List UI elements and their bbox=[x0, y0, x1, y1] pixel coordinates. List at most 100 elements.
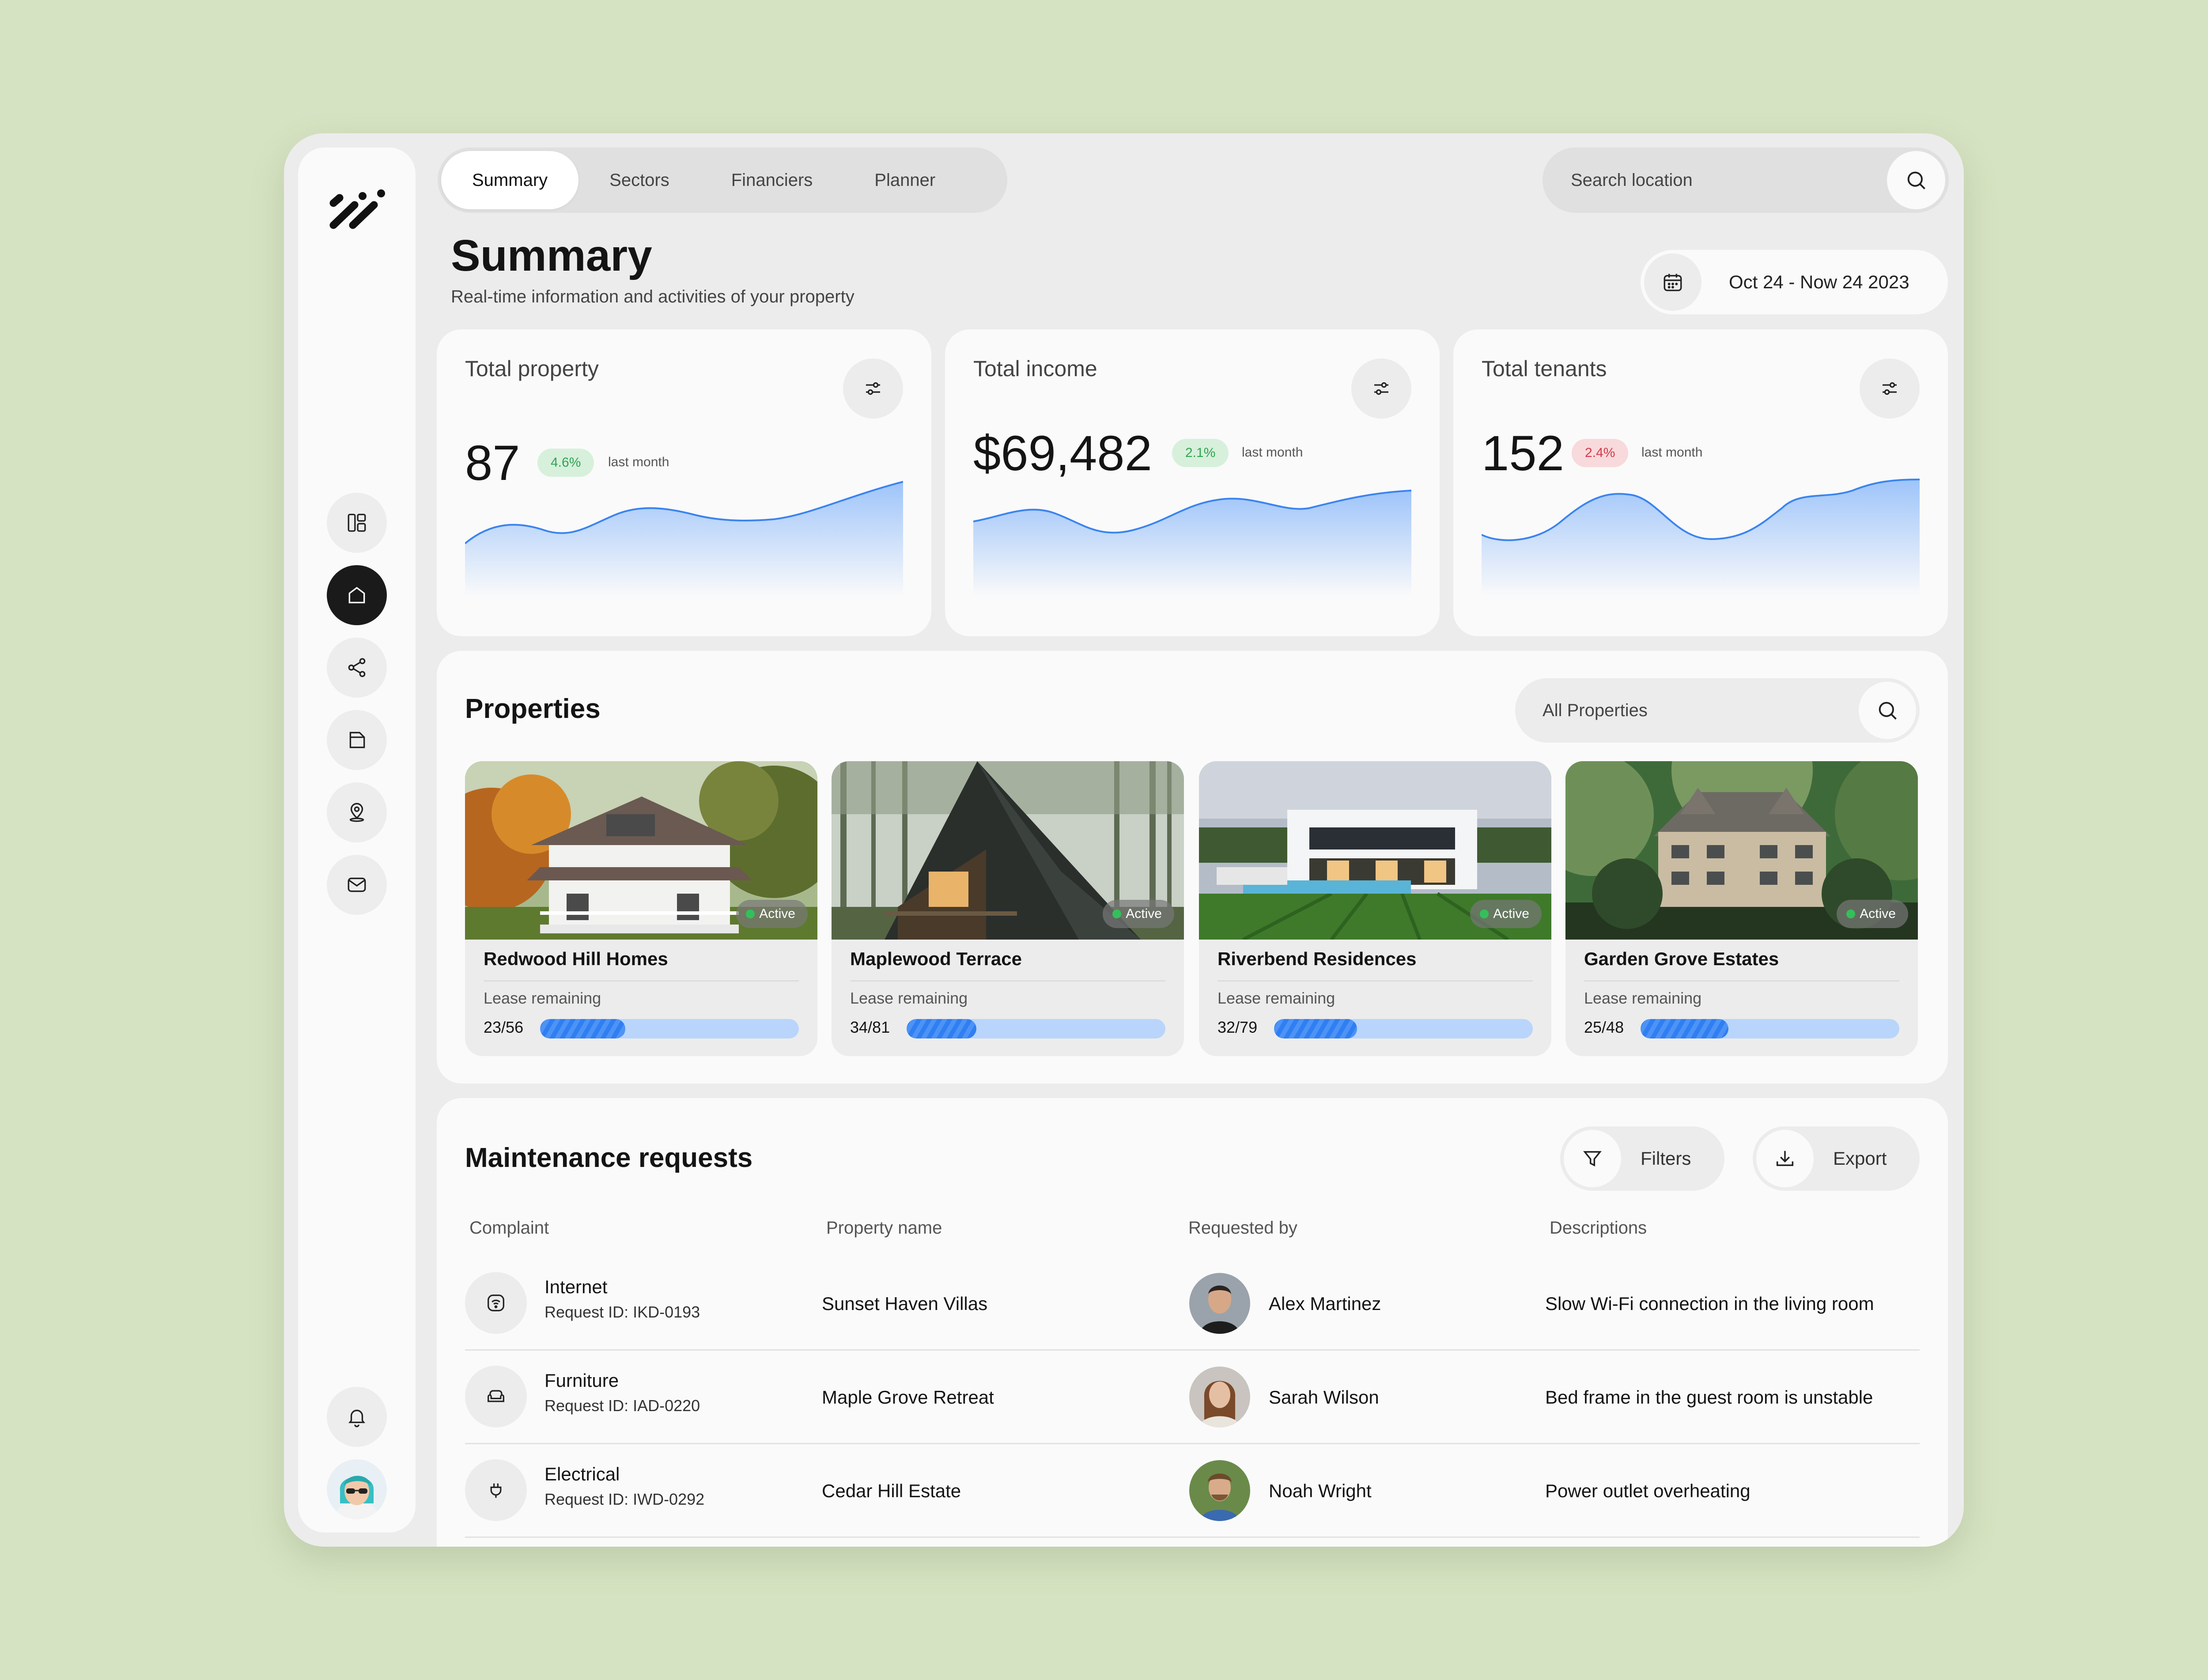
properties-title: Properties bbox=[465, 694, 601, 724]
page-subtitle: Real-time information and activities of … bbox=[451, 287, 854, 306]
change-badge: 2.4% bbox=[1572, 439, 1629, 467]
nav-home[interactable] bbox=[327, 565, 387, 625]
stat-card-total-property: Total property 87 4.6% last month bbox=[437, 329, 931, 636]
table-row[interactable]: Internet Request ID: IKD-0193 Sunset Hav… bbox=[465, 1257, 1920, 1351]
export-button[interactable]: Export bbox=[1753, 1126, 1920, 1191]
tab-planner[interactable]: Planner bbox=[843, 151, 966, 209]
electric-plug-icon bbox=[490, 1483, 502, 1498]
wallet-icon bbox=[349, 732, 365, 748]
property-name-cell: Maple Grove Retreat bbox=[822, 1387, 994, 1408]
period-label: last month bbox=[1242, 445, 1303, 460]
status-badge: Active bbox=[1837, 900, 1908, 928]
requester-avatar bbox=[1189, 1460, 1250, 1521]
mail-icon bbox=[348, 877, 366, 892]
sparkline-chart bbox=[973, 490, 1411, 596]
sliders-icon bbox=[866, 382, 880, 395]
lease-progress-bar bbox=[540, 1019, 799, 1038]
sliders-icon bbox=[1374, 382, 1388, 395]
stat-card-total-tenants: Total tenants 152 2.4% last month bbox=[1453, 329, 1948, 636]
search-icon bbox=[1879, 702, 1897, 720]
properties-filter[interactable]: All Properties bbox=[1515, 678, 1920, 743]
lease-count: 32/79 bbox=[1217, 1018, 1258, 1036]
request-id: Request ID: IAD-0220 bbox=[544, 1397, 700, 1415]
status-badge: Active bbox=[1470, 900, 1542, 928]
lease-label: Lease remaining bbox=[1584, 989, 1702, 1007]
nav-location[interactable] bbox=[327, 782, 387, 842]
lease-progress-bar bbox=[907, 1019, 1165, 1038]
maintenance-panel: Maintenance requests Filters Export Comp… bbox=[437, 1098, 1948, 1547]
home-icon bbox=[348, 587, 365, 604]
date-range-picker[interactable]: Oct 24 - Now 24 2023 bbox=[1641, 250, 1948, 314]
description-cell: Power outlet overheating bbox=[1545, 1480, 1751, 1501]
download-icon bbox=[1776, 1151, 1794, 1166]
calendar-icon bbox=[1664, 274, 1682, 291]
logo-icon[interactable] bbox=[327, 187, 386, 231]
stat-filter-button[interactable] bbox=[1860, 359, 1920, 419]
notifications-button[interactable] bbox=[327, 1387, 387, 1447]
page-title: Summary bbox=[451, 231, 652, 280]
date-range-text: Oct 24 - Now 24 2023 bbox=[1729, 272, 1909, 292]
requester-avatar bbox=[1189, 1273, 1250, 1334]
property-name: Maplewood Terrace bbox=[850, 948, 1022, 969]
request-id: Request ID: IWD-0292 bbox=[544, 1490, 705, 1508]
lease-label: Lease remaining bbox=[484, 989, 601, 1007]
status-badge: Active bbox=[1103, 900, 1174, 928]
complaint-icon-wrap bbox=[465, 1459, 527, 1521]
top-tabs: Summary Sectors Financiers Planner bbox=[438, 147, 1007, 213]
search-button[interactable] bbox=[1887, 151, 1945, 209]
complaint-icon-wrap bbox=[465, 1272, 527, 1334]
sliders-icon bbox=[1883, 382, 1897, 395]
lease-progress-fill bbox=[907, 1019, 977, 1038]
sparkline-chart bbox=[465, 481, 903, 596]
search-input[interactable]: Search location bbox=[1571, 147, 1693, 213]
stat-filter-button[interactable] bbox=[843, 359, 903, 419]
nav-dashboard[interactable] bbox=[327, 493, 387, 553]
property-card[interactable]: Active Garden Grove Estates Lease remain… bbox=[1565, 761, 1918, 1056]
nav-share[interactable] bbox=[327, 638, 387, 698]
nav-wallet[interactable] bbox=[327, 710, 387, 770]
stat-filter-button[interactable] bbox=[1351, 359, 1411, 419]
tab-sectors[interactable]: Sectors bbox=[578, 151, 700, 209]
properties-filter-label[interactable]: All Properties bbox=[1543, 678, 1648, 743]
properties-panel: Properties All Properties Active Redwood… bbox=[437, 651, 1948, 1084]
filters-button[interactable]: Filters bbox=[1560, 1126, 1724, 1191]
calendar-button[interactable] bbox=[1644, 253, 1701, 311]
filter-icon-wrap bbox=[1564, 1130, 1621, 1187]
app-window: Summary Sectors Financiers Planner Searc… bbox=[284, 133, 1964, 1547]
search-icon bbox=[1907, 171, 1925, 189]
lease-label: Lease remaining bbox=[850, 989, 968, 1007]
description-cell: Bed frame in the guest room is unstable bbox=[1545, 1387, 1873, 1408]
column-header-complaint: Complaint bbox=[469, 1218, 549, 1238]
complaint-title: Electrical bbox=[544, 1464, 620, 1484]
divider bbox=[1217, 980, 1533, 982]
properties-search-button[interactable] bbox=[1859, 682, 1916, 739]
lease-progress-bar bbox=[1641, 1019, 1899, 1038]
sidebar bbox=[298, 147, 416, 1533]
bell-icon bbox=[348, 1409, 365, 1427]
nav-mail[interactable] bbox=[327, 855, 387, 915]
download-icon-wrap bbox=[1756, 1130, 1814, 1187]
property-name: Garden Grove Estates bbox=[1584, 948, 1779, 969]
complaint-icon-wrap bbox=[465, 1366, 527, 1427]
lease-count: 23/56 bbox=[484, 1018, 524, 1036]
description-cell: Slow Wi-Fi connection in the living room bbox=[1545, 1293, 1874, 1314]
share-icon bbox=[348, 658, 366, 677]
property-card[interactable]: Active Riverbend Residences Lease remain… bbox=[1199, 761, 1551, 1056]
search-bar[interactable]: Search location bbox=[1543, 147, 1949, 213]
tab-financiers[interactable]: Financiers bbox=[700, 151, 844, 209]
user-avatar[interactable] bbox=[327, 1459, 387, 1519]
requester-name: Sarah Wilson bbox=[1269, 1387, 1379, 1408]
tab-summary[interactable]: Summary bbox=[441, 151, 579, 209]
property-card[interactable]: Active Maplewood Terrace Lease remaining… bbox=[832, 761, 1184, 1056]
property-name: Redwood Hill Homes bbox=[484, 948, 668, 969]
table-row[interactable]: Furniture Request ID: IAD-0220 Maple Gro… bbox=[465, 1351, 1920, 1444]
change-badge: 2.1% bbox=[1172, 439, 1229, 467]
property-card[interactable]: Active Redwood Hill Homes Lease remainin… bbox=[465, 761, 817, 1056]
stat-title: Total income bbox=[973, 356, 1097, 381]
maintenance-title: Maintenance requests bbox=[465, 1143, 753, 1173]
column-header-property: Property name bbox=[826, 1218, 942, 1238]
stat-card-total-income: Total income $69,482 2.1% last month bbox=[945, 329, 1440, 636]
table-row[interactable]: Electrical Request ID: IWD-0292 Cedar Hi… bbox=[465, 1444, 1920, 1538]
divider bbox=[484, 980, 799, 982]
column-header-requested-by: Requested by bbox=[1188, 1218, 1297, 1238]
